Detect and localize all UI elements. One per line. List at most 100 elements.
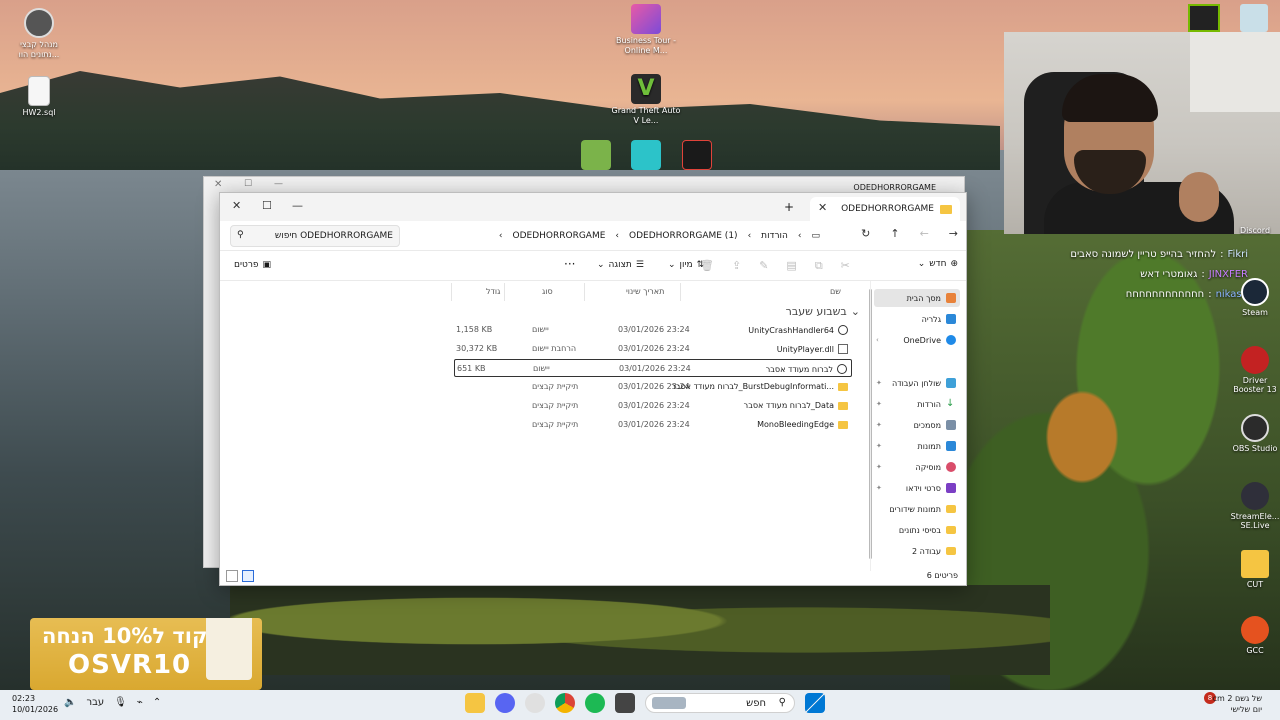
sidebar-item-downloads[interactable]: ✦ הורדות ↓ [874, 395, 960, 413]
file-row[interactable]: תיקיית קבצים 03/01/2026 23:24 לברוח מעוד… [454, 397, 852, 415]
back-icon[interactable]: → [949, 227, 958, 240]
share-icon[interactable]: ⇪ [732, 259, 741, 273]
sidebar-item-documents[interactable]: ✦ מסמכים [874, 416, 960, 434]
maximize-icon[interactable]: ☐ [262, 199, 272, 212]
clock[interactable]: 02:23 10/01/2026 [12, 693, 58, 715]
nvidia-icon[interactable] [1188, 4, 1220, 32]
minimize-icon[interactable]: — [274, 179, 283, 189]
sidebar-item-home[interactable]: מסך הבית [874, 289, 960, 307]
desktop-icon-steam[interactable]: Steam [1230, 278, 1280, 317]
file-explorer-icon[interactable] [465, 693, 485, 713]
paste-icon[interactable]: ▤ [786, 259, 796, 273]
cut-icon[interactable]: ✂ [841, 259, 850, 273]
terminal-icon[interactable] [615, 693, 635, 713]
spotify-icon[interactable] [585, 693, 605, 713]
chevron-down-icon: ⌄ [597, 260, 605, 270]
desktop-icon-gcc[interactable]: GCC [1230, 616, 1280, 655]
system-tray: 🔈 עבר 🎙 ⌁ ⌃ [64, 697, 161, 708]
gta-icon: V [631, 74, 661, 104]
desktop-icon-business-tour[interactable]: Business Tour - Online M... [611, 4, 681, 56]
sidebar-item-music[interactable]: ✦ מוסיקה [874, 458, 960, 476]
rename-icon[interactable]: ✎ [759, 259, 768, 273]
sidebar-item-label: מוסיקה [915, 462, 942, 472]
sidebar-item-gallery[interactable]: גלריה [874, 310, 960, 328]
breadcrumb-item[interactable]: ODEDHORRORGAME (1) [629, 231, 738, 241]
sidebar-item-videos[interactable]: ✦ סרטי וידאו [874, 479, 960, 497]
desktop-icon-app[interactable]: מנהל קבצי נתונים הוו... [4, 8, 74, 60]
tiles-view-icon[interactable] [226, 570, 238, 582]
close-tab-icon[interactable]: ✕ [818, 201, 827, 214]
file-row-selected[interactable]: 651 KB יישום 03/01/2026 23:24 לברוח מעוד… [454, 359, 852, 377]
chat-text: חחחחחחחחחחחח [1125, 288, 1205, 300]
minimize-icon[interactable]: — [292, 199, 303, 212]
desktop-icon-game2[interactable] [628, 140, 664, 172]
breadcrumb[interactable]: ‹ ODEDHORRORGAME ‹ ODEDHORRORGAME (1) ‹ … [490, 225, 820, 247]
weather-widget[interactable]: של גשם 2 cm יום שלישי [1213, 693, 1262, 715]
sidebar-item-onedrive[interactable]: ‹ OneDrive [874, 331, 960, 349]
column-header-date[interactable]: תאריך שינוי [626, 287, 664, 301]
tab-title[interactable]: ODEDHORRORGAME [853, 183, 936, 192]
sidebar-item-pictures[interactable]: ✦ תמונות [874, 437, 960, 455]
tab-odedhorrorgame[interactable]: ✕ ODEDHORRORGAME [810, 197, 960, 221]
desktop-icon-game1[interactable] [578, 140, 614, 172]
pin-icon: ✦ [876, 484, 882, 492]
windows-start-icon[interactable] [805, 693, 825, 713]
maximize-icon[interactable]: ☐ [244, 179, 252, 189]
chrome-icon[interactable] [555, 693, 575, 713]
sidebar-item-stream-pictures[interactable]: תמונות שידורים [874, 500, 960, 518]
view-button[interactable]: ⌄ תצוגה ☰ [597, 260, 644, 270]
desktop-icon-arc-raiders[interactable] [679, 140, 715, 172]
sort-button[interactable]: ⌄ מיון ⇅ [668, 260, 704, 270]
language-indicator[interactable]: עבר [86, 697, 104, 708]
view-toggle [226, 570, 254, 582]
microphone-icon[interactable]: 🎙 [114, 697, 127, 708]
more-options-icon[interactable]: ··· [564, 257, 575, 271]
close-icon[interactable]: ✕ [232, 199, 241, 212]
copy-icon[interactable]: ⧉ [815, 259, 823, 273]
file-name: לברוח מעודד אסבר [765, 364, 833, 374]
details-view-icon[interactable] [242, 570, 254, 582]
app-icon[interactable] [525, 693, 545, 713]
desktop-icon-discord[interactable]: Discord [1230, 226, 1280, 235]
recycle-bin-icon[interactable] [1240, 4, 1268, 32]
forward-icon[interactable]: ← [920, 227, 929, 240]
desktop-icon-driver-booster[interactable]: Driver Booster 13 [1230, 346, 1280, 394]
network-icon[interactable]: ⌁ [137, 697, 143, 708]
sidebar-item-desktop[interactable]: ✦ שולחן העבודה [874, 374, 960, 392]
desktop-icon-streamelements[interactable]: StreamEle... SE.Live [1230, 482, 1280, 530]
sidebar-item-databases[interactable]: בסיסי נתונים [874, 521, 960, 539]
clock-time: 02:23 [12, 694, 36, 703]
breadcrumb-item[interactable]: הורדות [761, 231, 788, 241]
close-icon[interactable]: ✕ [214, 179, 222, 190]
desktop-icon-cut[interactable]: CUT [1230, 550, 1280, 589]
desktop-icon-gta[interactable]: V Grand Theft Auto V Le... [611, 74, 681, 126]
speaker-icon[interactable]: 🔈 [64, 697, 76, 708]
file-row[interactable]: 30,372 KB הרחבת יישום 03/01/2026 23:24 U… [454, 340, 852, 358]
file-name: MonoBleedingEdge [757, 420, 834, 429]
search-input[interactable]: ⚲ חיפוש ODEDHORRORGAME [230, 225, 400, 247]
details-button[interactable]: פרטים ▣ [234, 260, 271, 270]
taskbar-search[interactable]: חפש ⚲ [645, 693, 795, 713]
discord-icon[interactable] [495, 693, 515, 713]
file-row[interactable]: תיקיית קבצים 03/01/2026 23:24 MonoBleedi… [454, 416, 852, 434]
refresh-icon[interactable]: ↻ [861, 227, 870, 240]
desktop-icon-obs[interactable]: OBS Studio [1230, 414, 1280, 453]
column-header-size[interactable]: גודל [486, 287, 500, 301]
file-name: לברוח מעודד אסבר_BurstDebugInformati... [671, 382, 834, 391]
column-header-type[interactable]: סוג [542, 287, 553, 301]
desktop-icon-hw2[interactable]: HW2.sql [4, 76, 74, 118]
file-row[interactable]: 1,158 KB יישום 03/01/2026 23:24 UnityCra… [454, 321, 852, 339]
file-row[interactable]: תיקיית קבצים 03/01/2026 23:24 לברוח מעוד… [454, 378, 852, 396]
monitor-icon[interactable]: ▭ [811, 231, 820, 241]
breadcrumb-item[interactable]: ODEDHORRORGAME [513, 231, 606, 241]
column-header-name[interactable]: שם [830, 287, 841, 301]
chevron-up-icon[interactable]: ⌃ [153, 697, 161, 708]
sidebar-item-work2[interactable]: עבודה 2 [874, 542, 960, 560]
up-arrow-icon[interactable]: ↑ [890, 227, 899, 240]
file-type: תיקיית קבצים [532, 382, 579, 391]
desktop-icon [946, 378, 956, 388]
new-button[interactable]: ⌄ חדש ⊕ [918, 259, 958, 269]
new-tab-button[interactable]: + [784, 200, 794, 214]
group-header[interactable]: בשבוע שעבר ⌄ [786, 305, 860, 318]
delete-icon[interactable]: 🗑 [700, 259, 714, 273]
